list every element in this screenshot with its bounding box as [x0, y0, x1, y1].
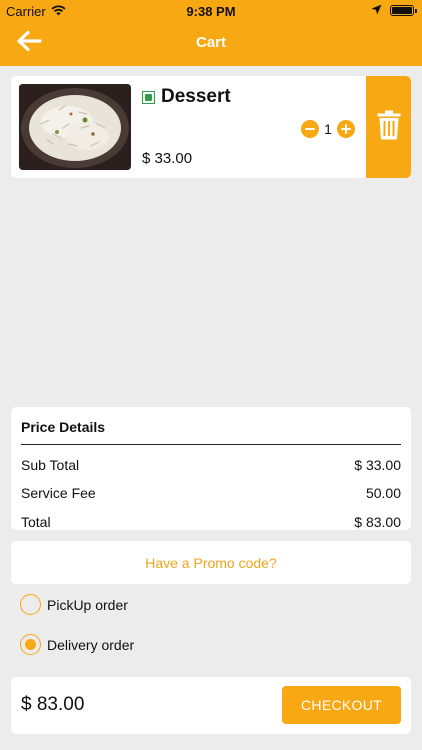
decrement-button[interactable]: [301, 120, 319, 138]
plus-icon: [341, 124, 351, 134]
navigation-bar: Cart: [0, 22, 422, 66]
total-amount: $ 83.00: [21, 694, 85, 715]
location-arrow-icon: [371, 3, 382, 18]
promo-code-button[interactable]: Have a Promo code?: [11, 541, 411, 584]
increment-button[interactable]: [337, 120, 355, 138]
price-label: Sub Total: [21, 457, 80, 473]
status-right: [371, 3, 417, 18]
price-value: $ 83.00: [354, 514, 401, 530]
price-label: Service Fee: [21, 485, 96, 501]
divider: [21, 444, 401, 445]
price-details-title: Price Details: [21, 419, 106, 435]
item-name: Dessert: [161, 86, 231, 107]
price-row-total: Total $ 83.00: [21, 514, 401, 530]
battery-icon: [390, 5, 417, 16]
price-row-subtotal: Sub Total $ 33.00: [21, 457, 401, 473]
cart-item-card: Dessert 1 $ 33.00: [11, 76, 411, 178]
quantity-value: 1: [324, 121, 332, 137]
price-details-card: Price Details Sub Total $ 33.00 Service …: [11, 407, 411, 530]
radio-label: PickUp order: [47, 596, 128, 613]
pickup-order-option[interactable]: PickUp order: [20, 594, 128, 615]
delete-item-button[interactable]: [366, 76, 411, 178]
trash-icon: [377, 110, 401, 145]
delivery-order-option[interactable]: Delivery order: [20, 634, 134, 655]
price-row-service-fee: Service Fee 50.00: [21, 485, 401, 501]
price-value: $ 33.00: [354, 457, 401, 473]
minus-icon: [305, 128, 315, 130]
page-title: Cart: [195, 34, 226, 51]
price-label: Total: [21, 514, 51, 530]
radio-label: Delivery order: [47, 636, 135, 653]
radio-button[interactable]: [20, 594, 41, 615]
item-price: $ 33.00: [142, 150, 193, 167]
top-bar: Carrier 9:38 PM Cart: [0, 0, 422, 66]
checkout-bar: $ 83.00 CHECKOUT: [11, 677, 411, 734]
clock: 9:38 PM: [186, 4, 236, 19]
checkout-button[interactable]: CHECKOUT: [282, 686, 401, 724]
price-value: 50.00: [365, 485, 401, 501]
quantity-stepper: 1: [301, 120, 355, 138]
status-bar: Carrier 9:38 PM: [0, 0, 422, 22]
dish-image: [19, 84, 131, 170]
radio-button-selected[interactable]: [20, 634, 41, 655]
veg-icon: [142, 91, 155, 104]
